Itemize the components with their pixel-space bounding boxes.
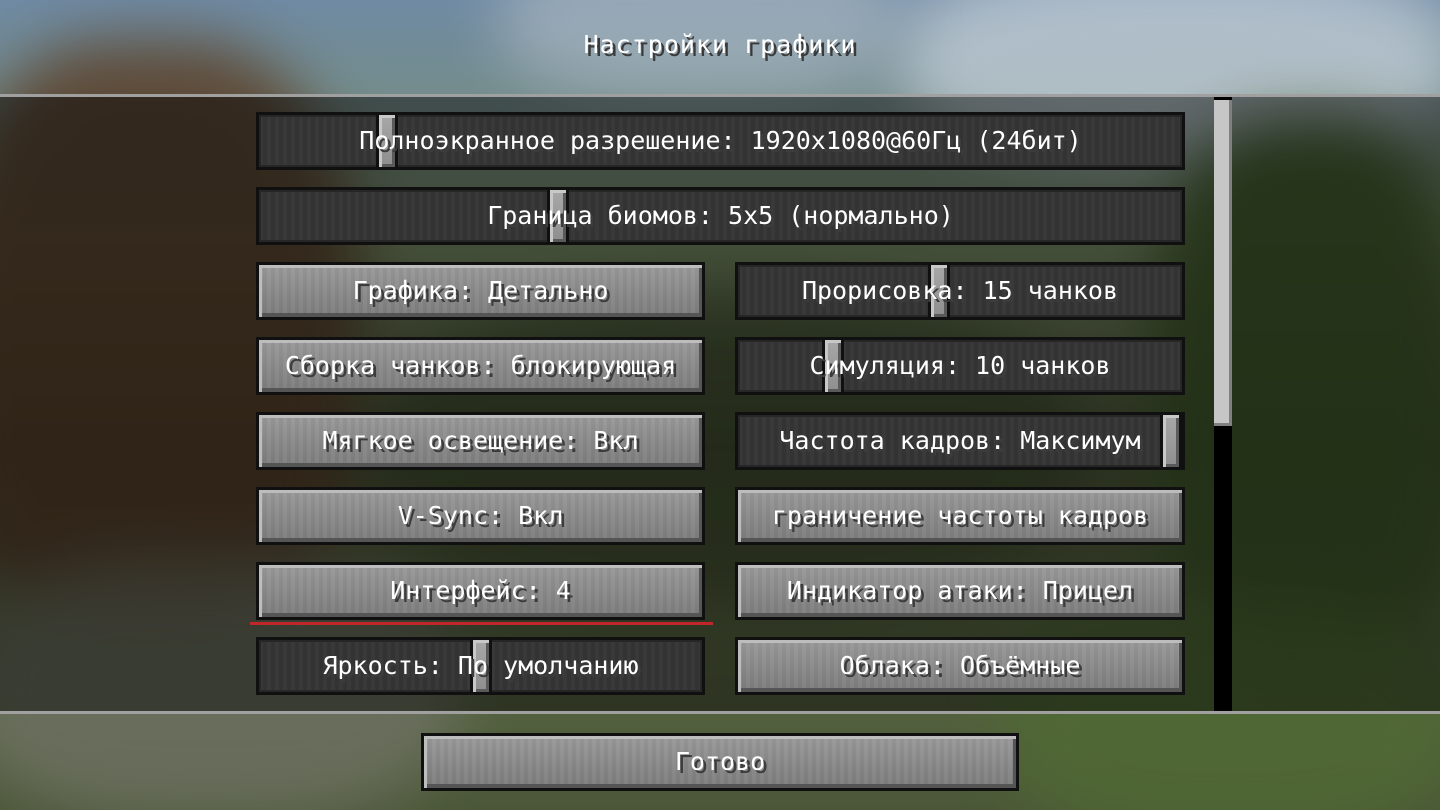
button-label: Графика: Детально xyxy=(352,276,609,305)
fullscreen-resolution-slider[interactable]: Полноэкранное разрешение: 1920x1080@60Гц… xyxy=(256,112,1185,170)
scrollbar-thumb[interactable] xyxy=(1214,100,1232,426)
button-label: V-Sync: Вкл xyxy=(397,501,564,530)
chunk-builder-button[interactable]: Сборка чанков: блокирующая xyxy=(256,337,705,395)
max-framerate-slider[interactable]: Частота кадров: Максимум xyxy=(735,412,1185,470)
slider-label: Яркость: По умолчанию xyxy=(322,651,639,680)
button-label: Интерфейс: 4 xyxy=(390,576,571,605)
button-label: Сборка чанков: блокирующая xyxy=(284,351,677,380)
button-label: Индикатор атаки: Прицел xyxy=(786,576,1134,605)
simulation-distance-slider[interactable]: Симуляция: 10 чанков xyxy=(735,337,1185,395)
slider-label: Симуляция: 10 чанков xyxy=(809,351,1111,380)
framerate-limit-button[interactable]: граничение частоты кадров xyxy=(735,487,1185,545)
button-label: Готово xyxy=(674,747,766,776)
slider-handle[interactable] xyxy=(1160,415,1182,467)
button-label: граничение частоты кадров xyxy=(771,501,1149,530)
biome-blend-slider[interactable]: Граница биомов: 5x5 (нормально) xyxy=(256,187,1185,245)
button-label: Мягкое освещение: Вкл xyxy=(322,426,639,455)
graphics-button[interactable]: Графика: Детально xyxy=(256,262,705,320)
slider-label: Прорисовка: 15 чанков xyxy=(801,276,1119,305)
gui-scale-button[interactable]: Интерфейс: 4 xyxy=(256,562,705,620)
attack-indicator-button[interactable]: Индикатор атаки: Прицел xyxy=(735,562,1185,620)
highlight-underline xyxy=(250,622,713,625)
smooth-lighting-button[interactable]: Мягкое освещение: Вкл xyxy=(256,412,705,470)
slider-label: Граница биомов: 5x5 (нормально) xyxy=(487,201,954,230)
done-button[interactable]: Готово xyxy=(421,733,1019,791)
clouds-button[interactable]: Облака: Объёмные xyxy=(735,637,1185,695)
slider-label: Полноэкранное разрешение: 1920x1080@60Гц… xyxy=(359,126,1082,155)
vsync-button[interactable]: V-Sync: Вкл xyxy=(256,487,705,545)
brightness-slider[interactable]: Яркость: По умолчанию xyxy=(256,637,705,695)
render-distance-slider[interactable]: Прорисовка: 15 чанков xyxy=(735,262,1185,320)
button-label: Облака: Объёмные xyxy=(839,651,1081,680)
screen-title: Настройки графики xyxy=(583,30,857,59)
slider-label: Частота кадров: Максимум xyxy=(779,426,1141,455)
